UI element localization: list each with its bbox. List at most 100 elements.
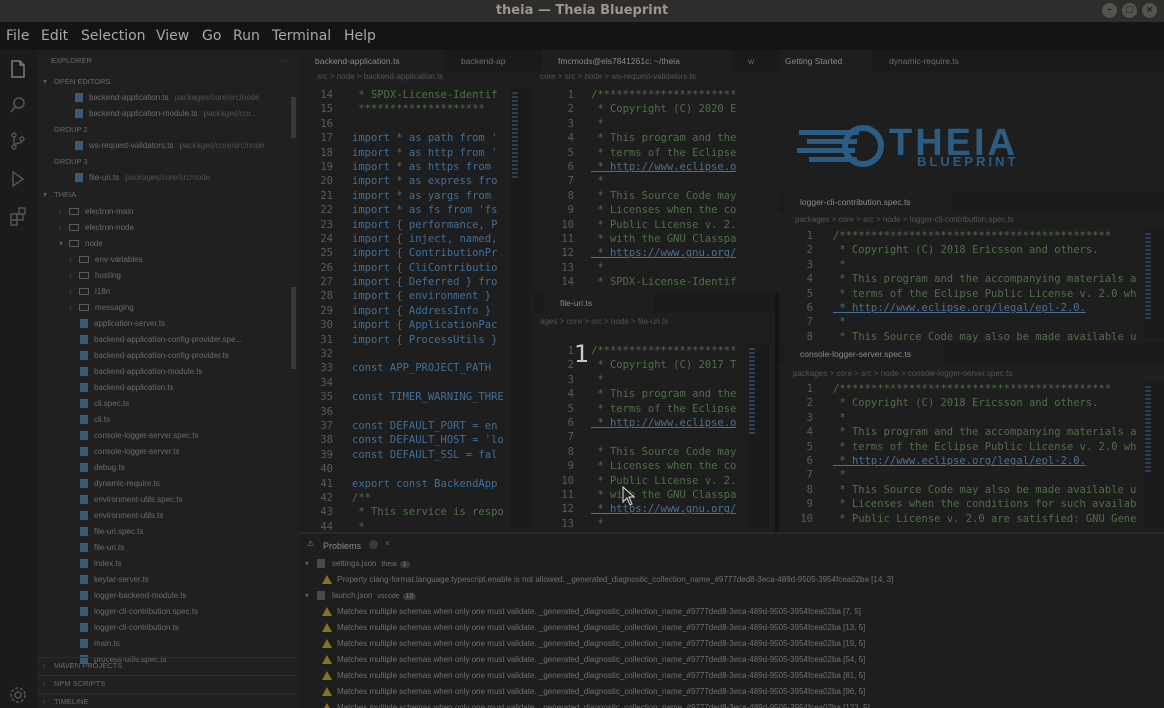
tab-file-uri[interactable]: file-uri.ts (544, 292, 654, 313)
open-editors-scrollbar[interactable] (291, 97, 296, 138)
code-area[interactable]: /********************** * Copyright (C) … (591, 344, 741, 532)
open-editor-item[interactable]: backend-application.ts packages/core/src/… (37, 90, 299, 106)
tree-file[interactable]: debug.ts (37, 460, 299, 476)
tree-file[interactable]: application-server.ts (37, 316, 299, 332)
minimize-button[interactable]: – (1102, 3, 1117, 18)
tree-file[interactable]: cli.ts (37, 412, 299, 428)
problem-group[interactable]: ▾ settings.json theia 1 (299, 556, 1164, 572)
tree-folder[interactable]: › hosting (37, 268, 299, 284)
open-editor-item[interactable]: backend-application-module.ts packages/co… (37, 106, 299, 122)
tree-file[interactable]: file-uri.spec.ts (37, 524, 299, 540)
source-control-icon[interactable] (7, 130, 29, 152)
tree-file[interactable]: backend-application-config-provider.spe.… (37, 332, 299, 348)
tree-file[interactable]: logger-backend-module.ts (37, 588, 299, 604)
tree-file[interactable]: environment-utils.spec.ts (37, 492, 299, 508)
tree-file[interactable]: backend-application.ts (37, 380, 299, 396)
search-icon[interactable] (7, 94, 29, 116)
tree-file[interactable]: logger-cli-contribution.ts (37, 620, 299, 636)
tab-terminal[interactable]: fmcmods@els7841261c: ~/theia (542, 50, 732, 71)
breadcrumb[interactable]: ages > core > src > node > file-uri.ts (540, 317, 668, 331)
close-icon[interactable]: × (385, 539, 390, 548)
folder-icon (79, 304, 89, 311)
breadcrumb[interactable]: core > src > node > ws-request-validator… (540, 72, 696, 86)
section-label: MAVEN PROJECTS (54, 661, 123, 670)
tab-w[interactable]: w (732, 50, 760, 71)
minimap[interactable] (1143, 229, 1164, 339)
tab-getting-started[interactable]: Getting Started (779, 50, 873, 71)
tree-scrollbar[interactable] (291, 287, 296, 369)
tree-file[interactable]: console-logger-server.spec.ts (37, 428, 299, 444)
open-editor-item[interactable]: file-uri.ts packages/core/src/node (37, 170, 299, 186)
code-area[interactable]: /***************************************… (833, 229, 1141, 343)
workspace-section[interactable]: ▾ THEIA (37, 187, 299, 203)
menu-go[interactable]: Go (202, 28, 221, 44)
problem-item[interactable]: Matches multiple schemas when only one m… (299, 620, 1164, 636)
menu-terminal[interactable]: Terminal (272, 28, 331, 44)
problem-item[interactable]: Matches multiple schemas when only one m… (299, 636, 1164, 652)
tree-file[interactable]: main.ts (37, 636, 299, 652)
minimap[interactable] (1143, 382, 1164, 528)
minimap[interactable] (747, 344, 769, 528)
code-area[interactable]: * SPDX-License-Identif *****************… (352, 88, 504, 532)
tree-folder[interactable]: › i18n (37, 284, 299, 300)
tree-folder[interactable]: ▾ node (37, 236, 299, 252)
code-area[interactable]: /********************** * Copyright (C) … (591, 88, 741, 289)
tab-dynamic-require[interactable]: dynamic-require.ts (873, 50, 993, 71)
tree-file[interactable]: console-logger-server.ts (37, 444, 299, 460)
folder-icon (79, 288, 89, 295)
warning-icon (322, 655, 332, 664)
tab-backend-application[interactable]: backend-application.ts (299, 50, 445, 71)
tree-folder[interactable]: › electron-main (37, 204, 299, 220)
menu-run[interactable]: Run (233, 28, 260, 44)
tab-console-logger-server[interactable]: console-logger-server.spec.ts (784, 343, 944, 364)
sidebar-section[interactable]: › NPM SCRIPTS (37, 675, 299, 691)
tree-file[interactable]: backend-application-module.ts (37, 364, 299, 380)
breadcrumb[interactable]: packages > core > src > node > logger-cl… (795, 215, 1014, 229)
line-number: 16 (320, 117, 333, 130)
menu-file[interactable]: File (6, 28, 29, 44)
more-actions-icon[interactable]: ··· (281, 56, 289, 65)
menu-selection[interactable]: Selection (81, 28, 146, 44)
menu-edit[interactable]: Edit (41, 28, 68, 44)
minimap-line (1145, 446, 1151, 448)
tree-folder[interactable]: › messaging (37, 300, 299, 316)
open-editor-item[interactable]: ws-request-validators.ts packages/core/sr… (37, 138, 299, 154)
files-icon[interactable] (7, 58, 29, 80)
problem-item[interactable]: Matches multiple schemas when only one m… (299, 684, 1164, 700)
tree-file[interactable]: index.ts (37, 556, 299, 572)
settings-gear-icon[interactable] (7, 684, 29, 706)
tab-logger-cli-contribution[interactable]: logger-cli-contribution.spec.ts (784, 191, 952, 212)
problem-item[interactable]: Property clang-format.language.typescrip… (299, 572, 1164, 588)
sidebar-section[interactable]: › MAVEN PROJECTS (37, 657, 299, 673)
tree-file[interactable]: keytar-server.ts (37, 572, 299, 588)
tree-file[interactable]: cli.spec.ts (37, 396, 299, 412)
problem-item[interactable]: Matches multiple schemas when only one m… (299, 668, 1164, 684)
breadcrumb[interactable]: src > node > backend-application.ts (317, 72, 443, 86)
menu-view[interactable]: View (156, 28, 189, 44)
tree-file[interactable]: backend-application-config-provider.ts (37, 348, 299, 364)
tab-backend-ap[interactable]: backend-ap (445, 50, 521, 71)
tree-file[interactable]: file-uri.ts (37, 540, 299, 556)
code-line: * https://www.gnu.org/ (591, 502, 741, 516)
minimap[interactable] (510, 88, 532, 528)
tree-file[interactable]: dynamic-require.ts (37, 476, 299, 492)
extensions-icon[interactable] (7, 205, 29, 227)
tree-folder[interactable]: › env-variables (37, 252, 299, 268)
breadcrumb[interactable]: packages > core > src > node > console-l… (793, 369, 1012, 383)
tree-file[interactable]: logger-cli-contribution.spec.ts (37, 604, 299, 620)
maximize-button[interactable]: □ (1122, 3, 1137, 18)
menu-help[interactable]: Help (344, 28, 376, 44)
sidebar-section[interactable]: › TIMELINE (37, 693, 299, 708)
problem-item[interactable]: Matches multiple schemas when only one m… (299, 652, 1164, 668)
close-button[interactable]: × (1142, 3, 1157, 18)
problem-group[interactable]: ▾ launch.json vscode 10 (299, 588, 1164, 604)
debug-icon[interactable] (7, 168, 29, 190)
tree-folder[interactable]: › electron-node (37, 220, 299, 236)
tree-file[interactable]: environment-utils.ts (37, 508, 299, 524)
code-line: * SPDX-License-Identif (591, 275, 741, 289)
open-editors-section[interactable]: ▾ OPEN EDITORS (37, 74, 299, 90)
problem-item[interactable]: Matches multiple schemas when only one m… (299, 604, 1164, 620)
problems-title[interactable]: Problems (323, 541, 361, 551)
code-area[interactable]: /***************************************… (833, 382, 1141, 526)
problem-item[interactable]: Matches multiple schemas when only one m… (299, 700, 1164, 708)
